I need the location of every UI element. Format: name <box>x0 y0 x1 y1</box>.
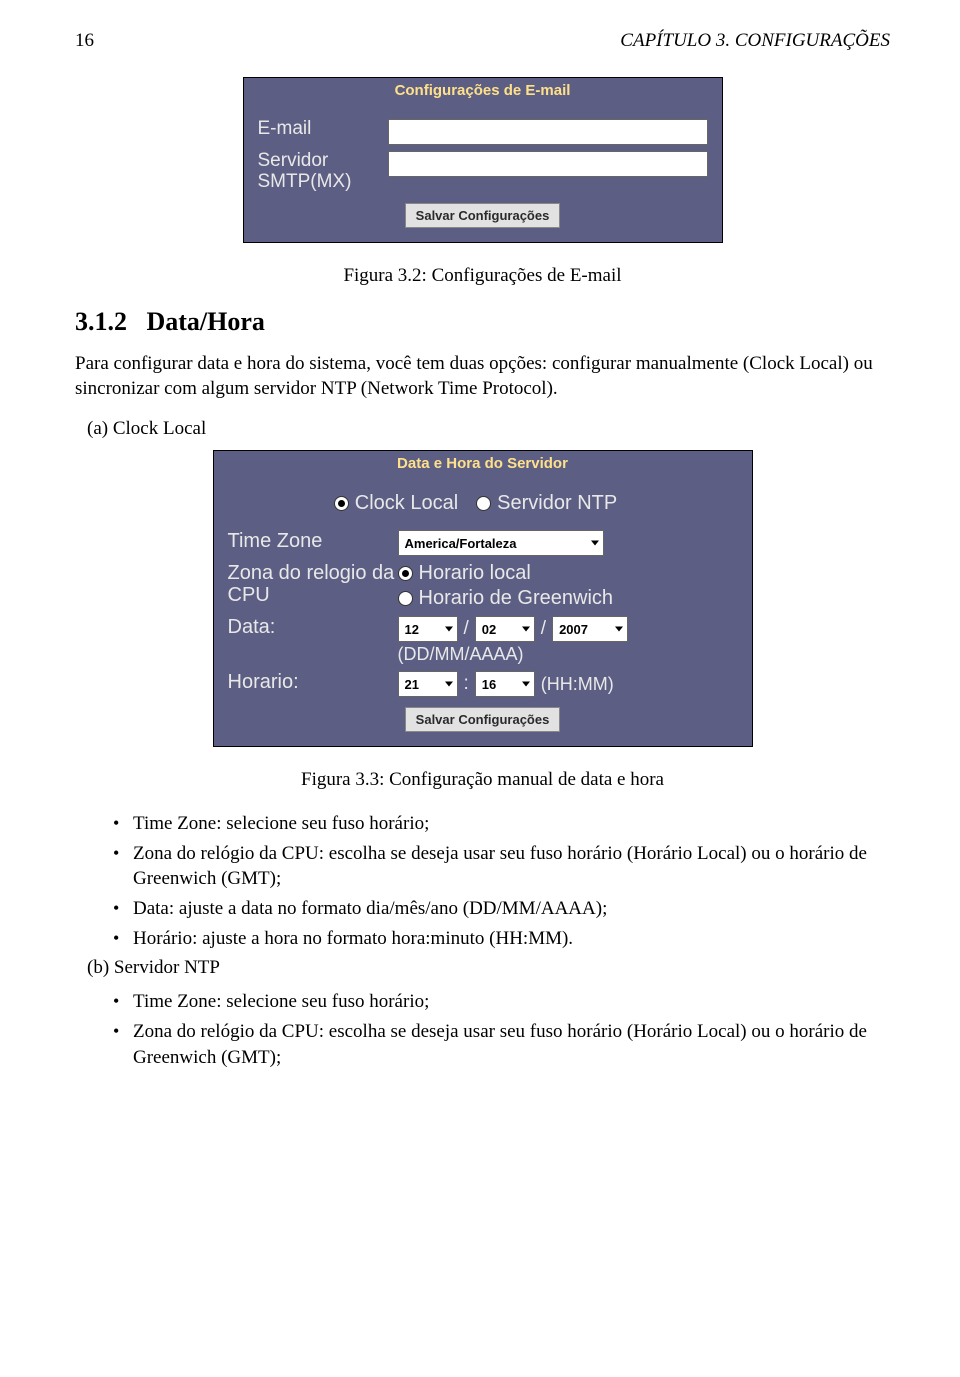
date-label: Data: <box>228 616 398 638</box>
list-item-b: (b) Servidor NTP <box>87 957 890 979</box>
time-minute-select[interactable]: 16 <box>475 671 535 697</box>
bullet-timezone: Time Zone: selecione seu fuso horário; <box>133 811 890 837</box>
cpu-zone-label: Zona do relogio da CPU <box>228 562 398 606</box>
date-month-select[interactable]: 02 <box>475 616 535 642</box>
section-heading: 3.1.2 Data/Hora <box>75 307 890 337</box>
radio-dot-icon <box>398 566 413 581</box>
timezone-label: Time Zone <box>228 530 398 552</box>
email-config-panel: Configurações de E-mail E-mail Servidor … <box>243 77 723 243</box>
bullet-time: Horário: ajuste a hora no formato hora:m… <box>133 926 890 952</box>
panel-title: Data e Hora do Servidor <box>214 451 752 476</box>
chapter-running-head: CAPÍTULO 3. CONFIGURAÇÕES <box>620 30 890 52</box>
panel-title: Configurações de E-mail <box>244 78 722 103</box>
bullet-timezone: Time Zone: selecione seu fuso horário; <box>133 989 890 1015</box>
timezone-select[interactable]: America/Fortaleza <box>398 530 604 556</box>
radio-dot-icon <box>334 496 349 511</box>
date-day-select[interactable]: 12 <box>398 616 458 642</box>
save-button[interactable]: Salvar Configurações <box>405 203 561 228</box>
bullet-cpu-zone: Zona do relógio da CPU: escolha se desej… <box>133 1019 890 1070</box>
datetime-panel: Data e Hora do Servidor Clock Local Serv… <box>213 450 753 747</box>
radio-servidor-ntp[interactable]: Servidor NTP <box>476 492 617 515</box>
time-label: Horario: <box>228 671 398 693</box>
section-paragraph: Para configurar data e hora do sistema, … <box>75 351 890 402</box>
bullets-a: Time Zone: selecione seu fuso horário; Z… <box>75 811 890 951</box>
figure-caption-33: Figura 3.3: Configuração manual de data … <box>75 769 890 791</box>
bullet-date: Data: ajuste a data no formato dia/mês/a… <box>133 896 890 922</box>
smtp-label: Servidor SMTP(MX) <box>258 151 388 193</box>
email-label: E-mail <box>258 119 388 140</box>
radio-horario-local[interactable]: Horario local <box>398 562 614 585</box>
radio-dot-icon <box>476 496 491 511</box>
save-button[interactable]: Salvar Configurações <box>405 707 561 732</box>
list-item-a: (a) Clock Local <box>87 418 890 440</box>
time-format-hint: (HH:MM) <box>541 674 614 695</box>
smtp-input[interactable] <box>388 151 708 177</box>
email-input[interactable] <box>388 119 708 145</box>
radio-clock-local[interactable]: Clock Local <box>334 492 458 515</box>
date-year-select[interactable]: 2007 <box>552 616 628 642</box>
date-format-hint: (DD/MM/AAAA) <box>398 644 629 665</box>
figure-caption-32: Figura 3.2: Configurações de E-mail <box>75 265 890 287</box>
radio-horario-greenwich[interactable]: Horario de Greenwich <box>398 587 614 610</box>
time-hour-select[interactable]: 21 <box>398 671 458 697</box>
bullet-cpu-zone: Zona do relógio da CPU: escolha se desej… <box>133 841 890 892</box>
page-header: 16 CAPÍTULO 3. CONFIGURAÇÕES <box>75 30 890 52</box>
page-number: 16 <box>75 30 94 52</box>
radio-dot-icon <box>398 591 413 606</box>
bullets-b: Time Zone: selecione seu fuso horário; Z… <box>75 989 890 1070</box>
